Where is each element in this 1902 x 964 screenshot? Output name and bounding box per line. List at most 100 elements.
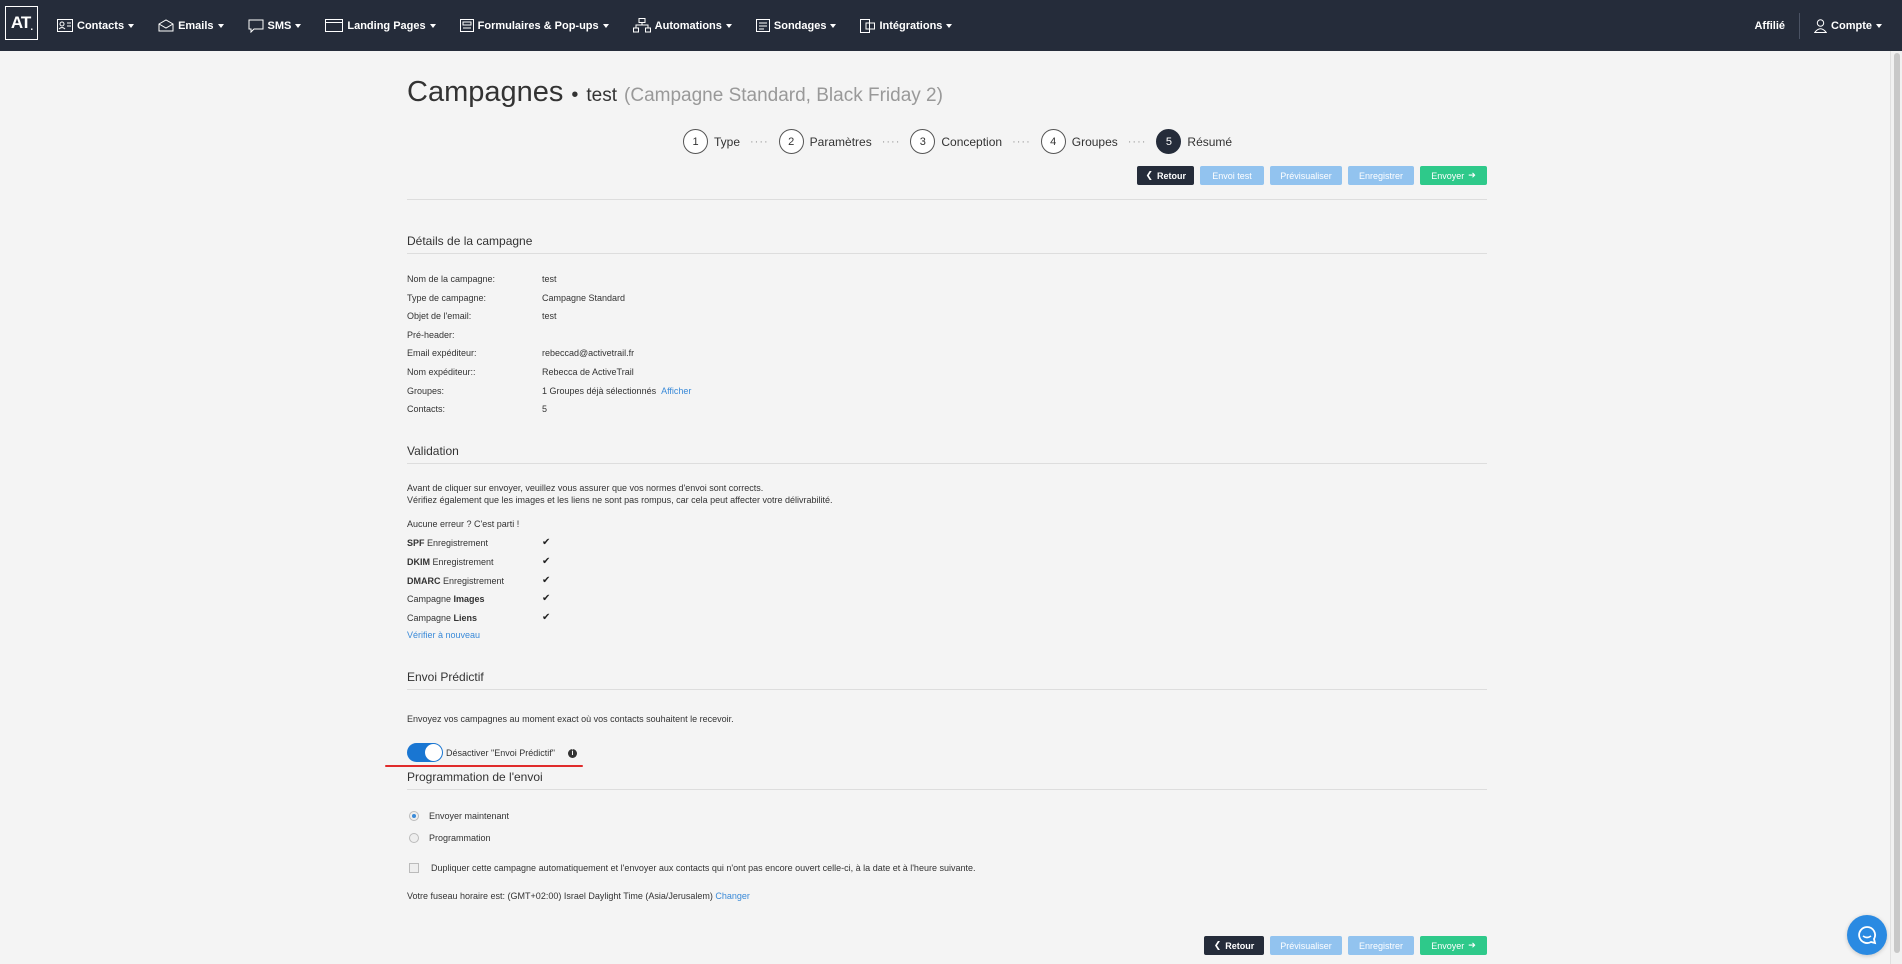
change-timezone-link[interactable]: Changer [715,891,750,901]
chat-icon [1858,926,1877,945]
nav-sms[interactable]: SMS [248,19,302,33]
timezone-row: Votre fuseau horaire est: (GMT+02:00) Is… [407,891,750,901]
step-label: Groupes [1071,134,1118,149]
check-images: Campagne Images ✔ [407,593,550,604]
logo-text: AT [10,13,31,32]
save-button[interactable]: Enregistrer [1348,166,1414,185]
detail-row: Email expéditeur: rebeccad@activetrail.fr [407,348,634,358]
detail-key: Groupes: [407,386,445,396]
nav-emails-label: Emails [178,19,214,32]
send-arrow-icon: ➔ [1468,170,1476,180]
nav-automations[interactable]: Automations [632,18,732,33]
vertical-scrollbar[interactable] [1890,51,1902,964]
save-button-bottom[interactable]: Enregistrer [1348,936,1414,955]
duplicate-checkbox[interactable] [409,863,419,873]
page-title: Campagnes [407,76,564,108]
timezone-text: Votre fuseau horaire est: (GMT+02:00) Is… [407,891,713,901]
top-toolbar: ❮ Retour Envoi test Prévisualiser Enregis… [1131,166,1487,185]
nav-forms-label: Formulaires & Pop-ups [477,19,599,32]
divider [407,689,1487,690]
survey-icon [755,19,770,32]
nav-contacts[interactable]: Contacts [57,19,135,32]
checkmark-icon: ✔ [542,593,551,604]
predictive-toggle-label: Désactiver "Envoi Prédictif" [446,748,555,758]
envelope-icon [158,19,174,32]
divider [407,253,1487,254]
check-label-rest: Campagne [407,593,454,604]
step-parameters[interactable]: 2 Paramètres [778,129,872,154]
detail-row: Nom de la campagne: test [407,274,557,284]
send-button-bottom[interactable]: Envoyer ➔ [1420,936,1487,955]
step-label: Conception [941,134,1003,149]
detail-value: Rebecca de ActiveTrail [542,367,634,377]
send-now-radio[interactable] [409,811,419,821]
nav-surveys[interactable]: Sondages [755,19,837,32]
nav-sms-label: SMS [267,19,292,32]
form-icon [459,19,474,32]
detail-value: test [542,274,557,284]
step-label: Résumé [1187,134,1233,149]
nav-emails[interactable]: Emails [158,19,224,32]
predictive-description: Envoyez vos campagnes au moment exact où… [407,714,734,724]
detail-row: Groupes: 1 Groupes déjà sélectionnés Affic… [407,386,691,396]
chat-widget-button[interactable] [1847,915,1887,955]
detail-value: Campagne Standard [542,293,626,303]
back-button-bottom[interactable]: ❮ Retour [1204,936,1264,955]
detail-key: Contacts: [407,404,446,414]
send-button[interactable]: Envoyer ➔ [1420,166,1487,185]
detail-value: 5 [542,404,548,414]
step-number: 5 [1156,129,1182,154]
nav-right: Affilié Compte [1754,0,1882,51]
send-now-label: Envoyer maintenant [429,811,510,821]
nav-forms-popups[interactable]: Formulaires & Pop-ups [459,19,609,32]
account-menu[interactable]: Compte [1814,18,1882,33]
red-underline-annotation [385,765,583,767]
info-icon[interactable]: i [568,749,577,758]
schedule-label: Programmation [429,833,491,843]
back-label: Retour [1225,940,1255,951]
affiliate-link[interactable]: Affilié [1754,20,1785,32]
check-dmarc: DMARC Enregistrement ✔ [407,575,550,586]
step-design[interactable]: 3 Conception [910,129,1002,154]
nav-integrations[interactable]: Intégrations [860,18,953,33]
recheck-link[interactable]: Vérifier à nouveau [407,630,480,640]
details-title: Détails de la campagne [407,234,533,248]
toggle-knob [425,744,442,761]
bottom-toolbar: ❮ Retour Prévisualiser Enregistrer Envoye… [1198,936,1487,955]
back-button[interactable]: ❮ Retour [1137,166,1194,185]
detail-row: Nom expéditeur:: Rebecca de ActiveTrail [407,367,634,377]
show-groups-link[interactable]: Afficher [661,386,691,396]
title-separator: • [571,84,579,106]
step-number: 3 [910,129,936,154]
preview-button[interactable]: Prévisualiser [1270,166,1342,185]
validation-ok-text: Aucune erreur ? C'est parti ! [407,519,520,529]
detail-row: Type de campagne: Campagne Standard [407,293,625,303]
schedule-radio[interactable] [409,833,419,843]
wizard-steps: 1 Type ···· 2 Paramètres ···· 3 Conception … [683,129,1232,154]
detail-key: Objet de l'email: [407,311,472,321]
nav-integrations-label: Intégrations [879,19,943,32]
step-label: Type [714,134,741,149]
back-label: Retour [1157,170,1186,181]
nav-landing-pages[interactable]: Landing Pages [325,19,436,32]
browser-window-icon [325,19,344,32]
check-dkim: DKIM Enregistrement ✔ [407,556,550,567]
step-number: 1 [683,129,708,154]
duplicate-label: Dupliquer cette campagne automatiquement… [431,863,976,873]
step-type[interactable]: 1 Type [683,129,740,154]
nav-surveys-label: Sondages [773,19,827,32]
validation-text-1: Avant de cliquer sur envoyer, veuillez v… [407,483,764,493]
step-groups[interactable]: 4 Groupes [1040,129,1118,154]
detail-row: Pré-header: [407,330,542,340]
activetrail-logo[interactable]: AT. [5,6,38,40]
send-test-button[interactable]: Envoi test [1200,166,1264,185]
step-number: 2 [778,129,804,154]
send-arrow-icon: ➔ [1468,940,1476,950]
preview-button-bottom[interactable]: Prévisualiser [1270,936,1342,955]
check-label-rest: Enregistrement [430,556,494,567]
flow-icon [632,18,651,33]
send-label: Envoyer [1431,940,1465,951]
checkmark-icon: ✔ [542,556,551,567]
predictive-toggle[interactable] [407,743,443,762]
step-summary[interactable]: 5 Résumé [1156,129,1232,154]
